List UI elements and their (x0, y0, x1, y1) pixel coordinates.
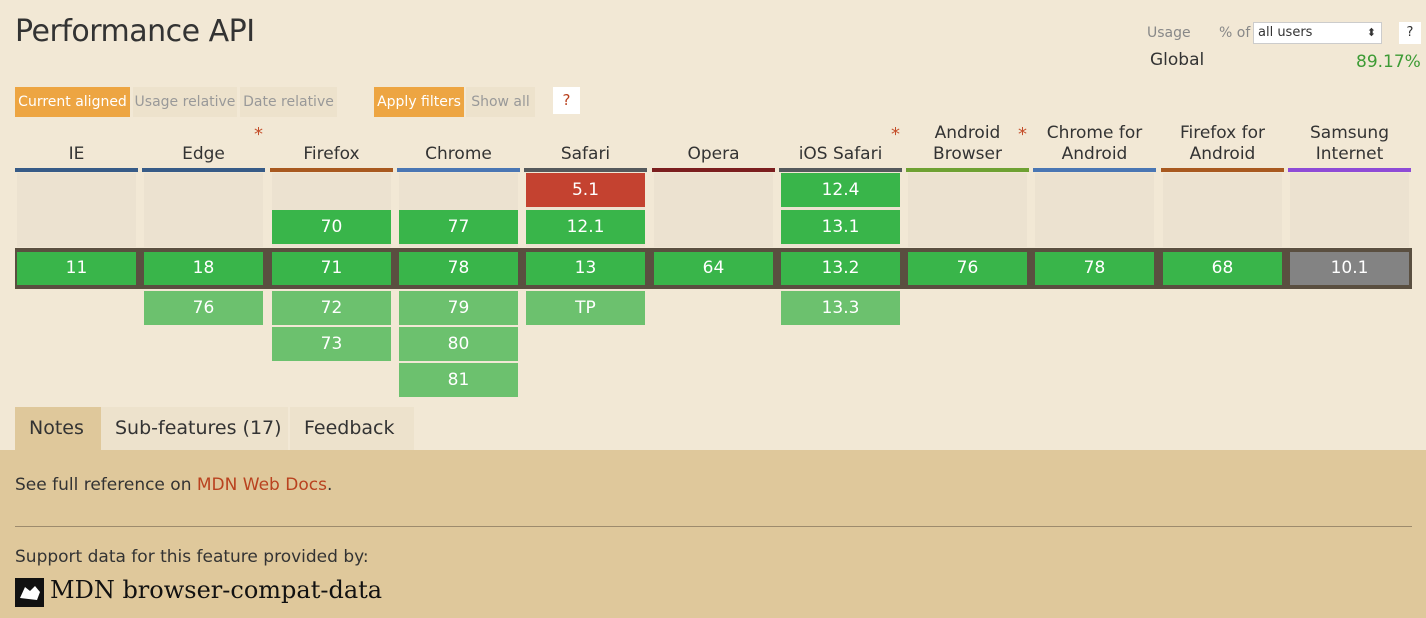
usage-relative-button[interactable]: Usage relative (133, 87, 237, 117)
browser-color-bar (652, 168, 775, 172)
version-cell[interactable]: 12.1 (526, 210, 645, 244)
past-versions-bg (908, 173, 1027, 247)
current-version-cell[interactable]: 13 (526, 252, 645, 285)
version-cell[interactable]: 5.1 (526, 173, 645, 207)
browser-color-bar (524, 168, 647, 172)
current-version-cell[interactable]: 11 (17, 252, 136, 285)
past-versions-bg (1035, 173, 1154, 247)
version-cell[interactable]: 70 (272, 210, 391, 244)
browser-color-bar (1288, 168, 1411, 172)
browser-color-bar (779, 168, 902, 172)
browser-name: iOS Safari (798, 144, 883, 164)
browser-color-bar (15, 168, 138, 172)
browser-name: Chrome (425, 144, 492, 164)
current-version-cell[interactable]: 10.1 (1290, 252, 1409, 285)
current-version-cell[interactable]: 76 (908, 252, 1027, 285)
browser-name: IE (68, 144, 85, 164)
browser-header[interactable]: Chrome for Android (1033, 120, 1156, 172)
notes-reference: See full reference on MDN Web Docs. (15, 475, 332, 495)
browser-header[interactable]: Firefox for Android (1161, 120, 1284, 172)
current-version-cell[interactable]: 78 (1035, 252, 1154, 285)
mdn-link[interactable]: MDN Web Docs (197, 475, 327, 495)
percent-of-label: % of (1219, 25, 1251, 41)
notes-suffix: . (326, 475, 333, 495)
browser-name: Firefox for Android (1179, 123, 1266, 164)
version-cell[interactable]: 12.4 (781, 173, 900, 207)
page-title: Performance API (15, 14, 255, 49)
past-versions-bg (144, 173, 263, 247)
note-star-icon: * (1018, 124, 1027, 145)
tab-feedback[interactable]: Feedback (290, 407, 414, 450)
future-version-cell[interactable]: 73 (272, 327, 391, 361)
browser-header[interactable]: Opera (652, 120, 775, 172)
browser-color-bar (1161, 168, 1284, 172)
note-star-icon: * (891, 124, 900, 145)
current-version-cell[interactable]: 64 (654, 252, 773, 285)
version-cell[interactable]: 13.1 (781, 210, 900, 244)
future-version-cell[interactable]: 76 (144, 291, 263, 325)
past-versions-bg (17, 173, 136, 247)
current-aligned-button[interactable]: Current aligned (15, 87, 130, 117)
current-version-cell[interactable]: 18 (144, 252, 263, 285)
browser-header[interactable]: Firefox (270, 120, 393, 172)
past-versions-bg (654, 173, 773, 247)
future-version-cell[interactable]: TP (526, 291, 645, 325)
browser-header[interactable]: Edge * (142, 120, 265, 172)
browser-header[interactable]: Android Browser * (906, 120, 1029, 172)
past-versions-bg (1163, 173, 1282, 247)
current-version-cell[interactable]: 13.2 (781, 252, 900, 285)
divider (15, 526, 1412, 527)
browser-name: Samsung Internet (1310, 123, 1389, 164)
current-version-cell[interactable]: 68 (1163, 252, 1282, 285)
users-select-value: all users (1258, 25, 1313, 40)
future-version-cell[interactable]: 13.3 (781, 291, 900, 325)
browser-name: Chrome for Android (1046, 123, 1143, 164)
browser-color-bar (142, 168, 265, 172)
future-version-cell[interactable]: 81 (399, 363, 518, 397)
browser-color-bar (906, 168, 1029, 172)
browser-color-bar (1033, 168, 1156, 172)
note-star-icon: * (254, 124, 263, 145)
filters-help-button[interactable]: ? (553, 87, 580, 114)
browser-name: Opera (687, 144, 740, 164)
browser-name: Firefox (303, 144, 360, 164)
apply-filters-button[interactable]: Apply filters (374, 87, 464, 117)
date-relative-button[interactable]: Date relative (240, 87, 337, 117)
browser-color-bar (397, 168, 520, 172)
browser-color-bar (270, 168, 393, 172)
browser-header[interactable]: Safari (524, 120, 647, 172)
tab-notes[interactable]: Notes (15, 407, 101, 450)
future-version-cell[interactable]: 79 (399, 291, 518, 325)
mdn-logo-text[interactable]: MDN browser-compat-data (50, 576, 382, 604)
browser-name: Android Browser (933, 123, 1002, 164)
browser-name: Safari (560, 144, 611, 164)
version-cell[interactable]: 77 (399, 210, 518, 244)
current-version-cell[interactable]: 78 (399, 252, 518, 285)
show-all-button[interactable]: Show all (466, 87, 535, 117)
notes-prefix: See full reference on (15, 475, 197, 495)
users-select[interactable]: all users ⬍ (1253, 22, 1382, 44)
usage-label: Usage (1147, 25, 1191, 41)
browser-header[interactable]: Samsung Internet (1288, 120, 1411, 172)
browser-name: Edge (182, 144, 225, 164)
global-usage-value: 89.17% (1356, 52, 1421, 72)
browser-header[interactable]: IE (15, 120, 138, 172)
mdn-logo-icon[interactable] (15, 578, 44, 607)
future-version-cell[interactable]: 80 (399, 327, 518, 361)
future-version-cell[interactable]: 72 (272, 291, 391, 325)
browser-header[interactable]: iOS Safari * (779, 120, 902, 172)
select-arrow-icon: ⬍ (1366, 26, 1376, 39)
current-version-cell[interactable]: 71 (272, 252, 391, 285)
usage-help-button[interactable]: ? (1399, 22, 1421, 44)
support-text: Support data for this feature provided b… (15, 547, 369, 567)
browser-header[interactable]: Chrome (397, 120, 520, 172)
tab-subfeatures[interactable]: Sub-features (17) (101, 407, 288, 450)
global-label: Global (1150, 50, 1205, 70)
past-versions-bg (1290, 173, 1409, 247)
